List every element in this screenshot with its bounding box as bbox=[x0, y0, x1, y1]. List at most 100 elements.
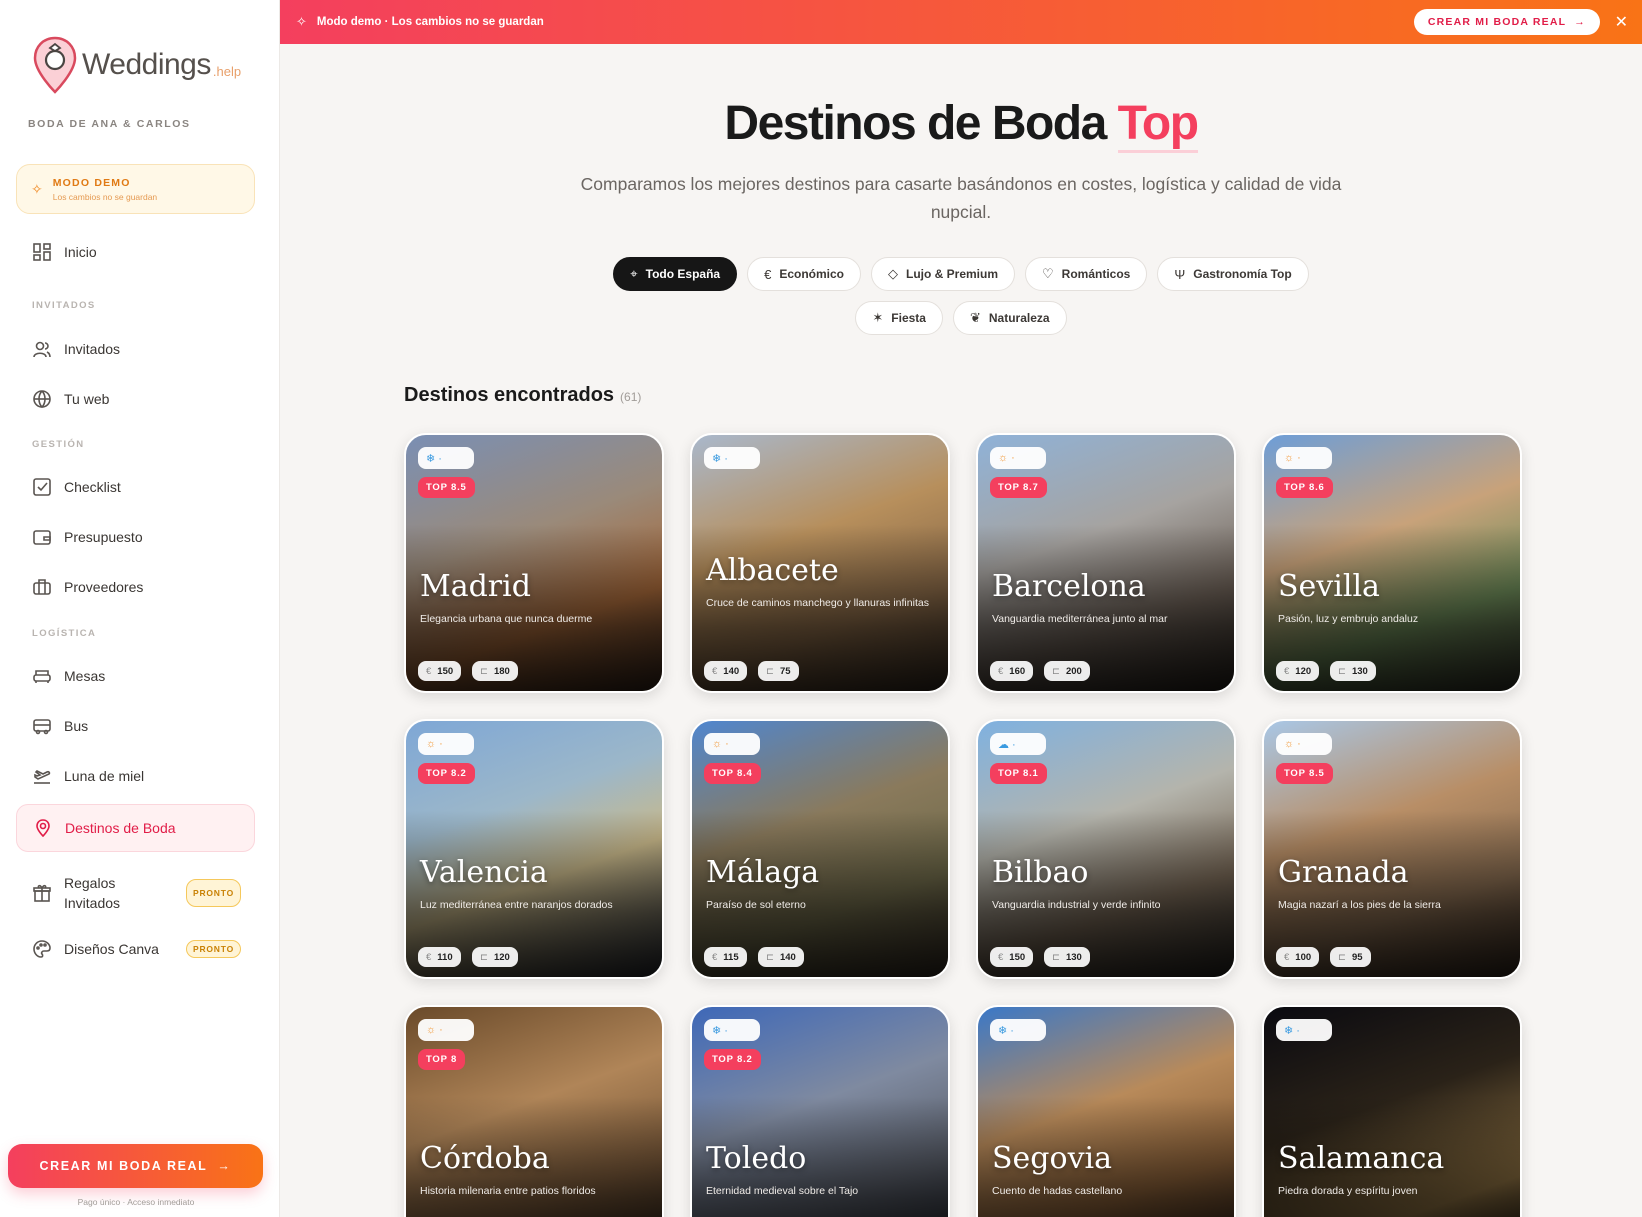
chip-label: Fiesta bbox=[891, 311, 926, 325]
sidebar-item-inicio[interactable]: Inicio bbox=[16, 228, 255, 276]
sidebar-item-label: Tu web bbox=[64, 391, 110, 407]
euro-icon: € bbox=[426, 951, 432, 963]
beds-value: 140 bbox=[779, 951, 796, 963]
sun-icon: ☼ · bbox=[998, 452, 1015, 464]
demo-banner: ✧ Modo demo · Los cambios no se guardan … bbox=[280, 0, 1642, 44]
cost-value: 150 bbox=[437, 665, 454, 677]
sidebar-item-regalos-invitados[interactable]: Regalos Invitados PRONTO bbox=[16, 865, 255, 921]
card-image-overlay bbox=[978, 435, 1234, 691]
destination-city: Salamanca bbox=[1278, 1141, 1445, 1176]
filter-chip-lujo-premium[interactable]: ◇ Lujo & Premium bbox=[871, 257, 1016, 291]
destination-card[interactable]: ☼ · TOP 8.7 Barcelona Vanguardia mediterrán… bbox=[976, 433, 1236, 693]
euro-icon: € bbox=[426, 665, 432, 677]
destination-card[interactable]: ❄ · Segovia Cuento de hadas castellano bbox=[976, 1005, 1236, 1217]
destination-card[interactable]: ❄ · Salamanca Piedra dorada y espíritu jov… bbox=[1262, 1005, 1522, 1217]
weather-badge: ☼ · bbox=[990, 447, 1046, 469]
pronto-badge: PRONTO bbox=[185, 940, 241, 958]
cost-value: 110 bbox=[437, 951, 453, 963]
bed-icon: ⊏ bbox=[1052, 665, 1060, 677]
chip-label: Todo España bbox=[645, 267, 721, 281]
filter-chip-fiesta[interactable]: ✶ Fiesta bbox=[855, 301, 943, 335]
cta-label: CREAR MI BODA REAL bbox=[39, 1159, 208, 1173]
wallet-icon bbox=[33, 530, 51, 545]
destination-card[interactable]: ☁ · TOP 8.1 Bilbao Vanguardia industrial y … bbox=[976, 719, 1236, 979]
weather-badge: ❄ · bbox=[704, 447, 760, 469]
destination-card[interactable]: ☼ · TOP 8.6 Sevilla Pasión, luz y embrujo a… bbox=[1262, 433, 1522, 693]
destination-tagline: Historia milenaria entre patios floridos bbox=[420, 1185, 596, 1197]
sidebar-item-destinos-de-boda[interactable]: Destinos de Boda bbox=[16, 804, 255, 852]
filter-chip-gastronomia-top[interactable]: Ψ Gastronomía Top bbox=[1157, 257, 1309, 291]
bed-icon: ⊏ bbox=[1338, 951, 1346, 963]
bed-icon: ⊏ bbox=[766, 951, 774, 963]
beds-value: 95 bbox=[1351, 951, 1363, 963]
close-icon[interactable]: ✕ bbox=[1615, 12, 1628, 32]
sidebar-item-label: Bus bbox=[64, 718, 89, 734]
filter-chip-naturaleza[interactable]: ❦ Naturaleza bbox=[952, 301, 1067, 335]
gift-icon bbox=[33, 884, 51, 902]
destination-card[interactable]: ☼ · TOP 8.5 Granada Magia nazarí a los pies… bbox=[1262, 719, 1522, 979]
snowflake-icon: ❄ · bbox=[998, 1024, 1014, 1037]
cost-stat: €160 bbox=[990, 661, 1034, 681]
sidebar-item-disenos-canva[interactable]: Diseños Canva PRONTO bbox=[16, 925, 255, 973]
create-real-wedding-button[interactable]: CREAR MI BODA REAL → bbox=[8, 1144, 263, 1188]
destination-tagline: Piedra dorada y espíritu joven bbox=[1278, 1185, 1418, 1197]
weather-badge: ☼ · bbox=[704, 733, 760, 755]
sidebar-item-checklist[interactable]: Checklist bbox=[16, 463, 255, 511]
destination-city: Segovia bbox=[992, 1141, 1112, 1176]
destination-city: Bilbao bbox=[992, 855, 1089, 890]
filter-chip-economico[interactable]: € Económico bbox=[747, 257, 861, 291]
brand-logo[interactable]: Weddings .help bbox=[32, 36, 241, 94]
sidebar-item-label-group: Regalos Invitados bbox=[64, 873, 120, 913]
card-image-overlay bbox=[406, 435, 662, 691]
beds-value: 130 bbox=[1351, 665, 1368, 677]
filter-chip-romanticos[interactable]: ♡ Románticos bbox=[1025, 257, 1148, 291]
utensils-icon: Ψ bbox=[1174, 266, 1186, 282]
destination-city: Sevilla bbox=[1278, 569, 1380, 604]
destination-tagline: Vanguardia industrial y verde infinito bbox=[992, 899, 1161, 911]
beds-stat: ⊏ 130 bbox=[1330, 661, 1376, 681]
destination-card[interactable]: ☼ · TOP 8.2 Valencia Luz mediterránea entre… bbox=[404, 719, 664, 979]
snowflake-icon: ❄ · bbox=[712, 1024, 728, 1037]
page-title-main: Destinos de Boda bbox=[724, 97, 1118, 150]
snowflake-icon: ❄ · bbox=[712, 452, 728, 465]
pronto-badge: PRONTO bbox=[185, 879, 241, 907]
destination-card[interactable]: ❄ · TOP 8.2 Toledo Eternidad medieval sobre… bbox=[690, 1005, 950, 1217]
destination-tagline: Vanguardia mediterránea junto al mar bbox=[992, 613, 1168, 625]
heart-icon: ♡ bbox=[1042, 266, 1054, 281]
sidebar-item-presupuesto[interactable]: Presupuesto bbox=[16, 513, 255, 561]
destination-card[interactable]: ☼ · TOP 8.4 Málaga Paraíso de sol eterno €11… bbox=[690, 719, 950, 979]
destination-tagline: Eternidad medieval sobre el Tajo bbox=[706, 1185, 859, 1197]
destination-tagline: Pasión, luz y embrujo andaluz bbox=[1278, 613, 1419, 625]
destination-city: Granada bbox=[1278, 855, 1409, 890]
cost-value: 120 bbox=[1295, 665, 1312, 677]
bed-icon: ⊏ bbox=[766, 665, 774, 677]
beds-stat: ⊏ 200 bbox=[1044, 661, 1090, 681]
beds-value: 120 bbox=[493, 951, 510, 963]
destination-card[interactable]: ❄ · TOP 8.5 Madrid Elegancia urbana que nun… bbox=[404, 433, 664, 693]
bed-icon: ⊏ bbox=[1052, 951, 1060, 963]
sidebar-item-luna-de-miel[interactable]: Luna de miel bbox=[16, 752, 255, 800]
destination-card[interactable]: ❄ · Albacete Cruce de caminos manchego y l… bbox=[690, 433, 950, 693]
sidebar-item-mesas[interactable]: Mesas bbox=[16, 652, 255, 700]
cost-stat: €140 bbox=[704, 661, 748, 681]
filter-chips: ⌖ Todo España € Económico ◇ Lujo & Premium … bbox=[580, 257, 1342, 335]
banner-create-button[interactable]: CREAR MI BODA REAL → bbox=[1413, 9, 1600, 35]
dashboard-icon bbox=[33, 243, 51, 261]
sidebar-item-tu-web[interactable]: Tu web bbox=[16, 375, 255, 423]
cloud-icon: ☁ · bbox=[998, 738, 1016, 751]
sidebar-item-invitados[interactable]: Invitados bbox=[16, 325, 255, 373]
sidebar-item-proveedores[interactable]: Proveedores bbox=[16, 563, 255, 611]
party-popper-icon: ✶ bbox=[872, 310, 884, 325]
sidebar-item-label: Diseños Canva bbox=[64, 941, 159, 957]
sidebar-item-bus[interactable]: Bus bbox=[16, 702, 255, 750]
destination-card[interactable]: ☼ · TOP 8 Córdoba Historia milenaria entre … bbox=[404, 1005, 664, 1217]
destination-tagline: Magia nazarí a los pies de la sierra bbox=[1278, 899, 1441, 911]
chip-label: Económico bbox=[779, 267, 844, 281]
beds-stat: ⊏ 130 bbox=[1044, 947, 1090, 967]
filter-chip-todo-espana[interactable]: ⌖ Todo España bbox=[613, 257, 738, 291]
weather-badge: ❄ · bbox=[418, 447, 474, 469]
chip-label: Naturaleza bbox=[988, 311, 1050, 325]
weather-badge: ☼ · bbox=[418, 1019, 474, 1041]
destination-city: Málaga bbox=[706, 855, 820, 890]
cost-stat: €150 bbox=[418, 661, 462, 681]
